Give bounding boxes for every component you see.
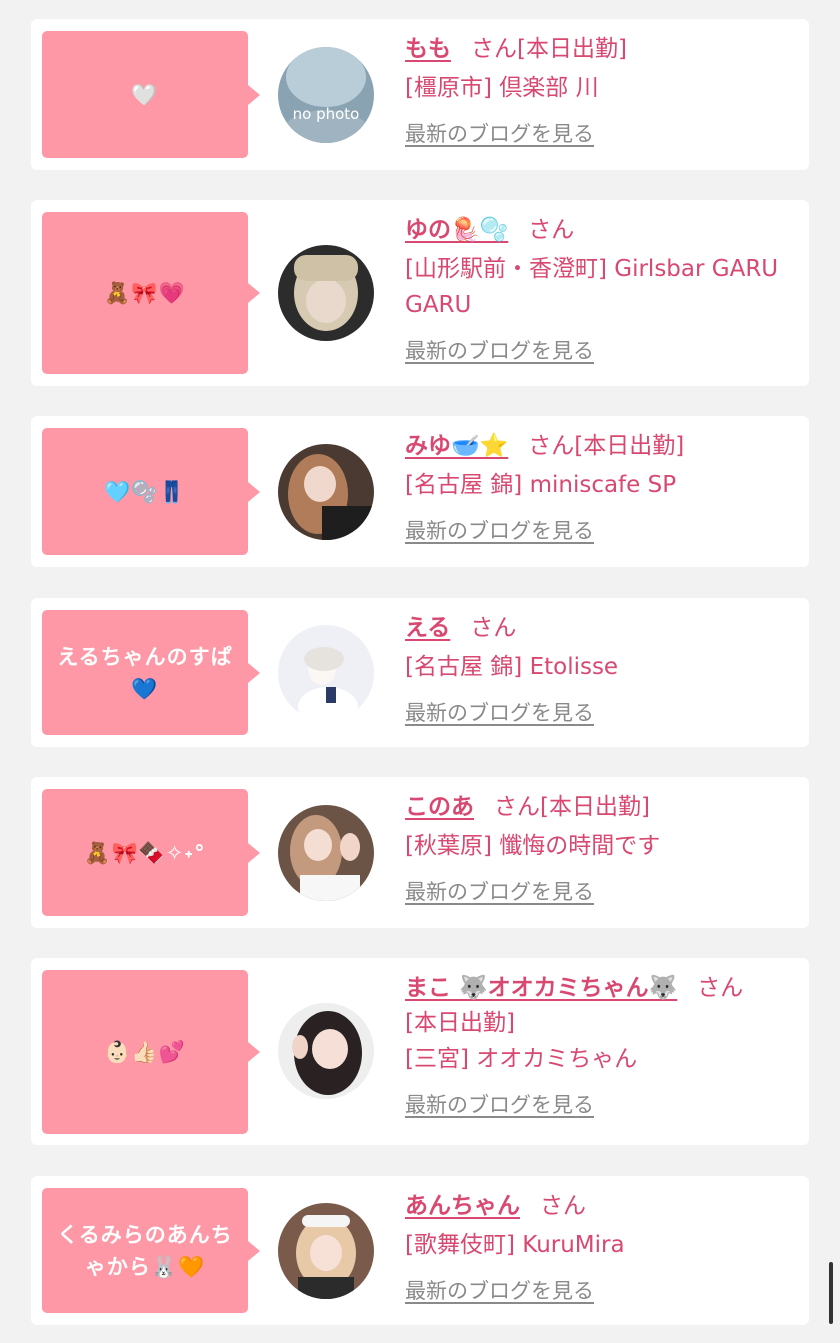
honorific: さん xyxy=(494,794,540,820)
scrollbar[interactable] xyxy=(829,1262,833,1324)
avatar[interactable] xyxy=(278,625,374,721)
message-bubble: えるちゃんのすぱ💙 xyxy=(42,610,260,735)
honorific: さん xyxy=(528,433,575,459)
honorific: さん xyxy=(540,1193,586,1219)
venue: [歌舞伎町] KuruMira xyxy=(405,1232,625,1258)
attendance-status: [本日出勤] xyxy=(405,1010,515,1036)
message-text: くるみらのあんちゃから🐰🧡 xyxy=(57,1222,233,1279)
cast-name-link[interactable]: まこ 🐺オオカミちゃん🐺 xyxy=(405,975,677,1001)
avatar[interactable]: no photo xyxy=(278,47,374,143)
honorific: さん xyxy=(471,36,517,62)
cast-card: 🤍 no photo もも さん[本日出勤] [橿原市] 倶楽部 川 最新のブログ… xyxy=(31,19,809,170)
cast-name-link[interactable]: このあ xyxy=(405,794,474,820)
message-bubble: 🤍 xyxy=(42,31,260,158)
message-bubble: 🧸🎀🍫✧˖° xyxy=(42,789,260,916)
avatar[interactable] xyxy=(278,444,374,540)
honorific: さん xyxy=(470,615,517,641)
avatar[interactable] xyxy=(278,805,374,901)
cast-name-link[interactable]: える xyxy=(405,615,450,641)
message-text: えるちゃんのすぱ💙 xyxy=(57,644,233,701)
message-text: 🧸🎀💗 xyxy=(104,281,186,305)
avatar-photo xyxy=(278,1003,374,1099)
attendance-status: [本日出勤] xyxy=(540,794,650,820)
no-photo-label: no photo xyxy=(293,105,360,123)
message-bubble: くるみらのあんちゃから🐰🧡 xyxy=(42,1188,260,1313)
message-bubble: 🩵🫧👖 xyxy=(42,428,260,555)
message-text: 🤍 xyxy=(131,82,159,107)
latest-blog-link[interactable]: 最新のブログを見る xyxy=(405,876,594,906)
latest-blog-link[interactable]: 最新のブログを見る xyxy=(405,118,594,148)
message-text: 🧸🎀🍫✧˖° xyxy=(84,840,206,865)
cast-card: 🧸🎀💗 ゆの🪼🫧 さん [山形駅前・香澄町] Girlsbar GARU GARU… xyxy=(31,200,809,386)
latest-blog-link[interactable]: 最新のブログを見る xyxy=(405,515,594,545)
cast-card: えるちゃんのすぱ💙 える さん [名古屋 錦] Etolisse 最新のブログを見… xyxy=(31,598,809,747)
cast-card: 👶🏻👍🏻💕 まこ 🐺オオカミちゃん🐺 さん [本日出勤] [三宮] オオカミちゃん… xyxy=(31,958,809,1145)
avatar[interactable] xyxy=(278,1003,374,1099)
avatar-photo xyxy=(278,245,374,341)
attendance-status: [本日出勤] xyxy=(574,433,685,459)
cast-name-link[interactable]: みゆ🥣⭐ xyxy=(405,433,508,459)
message-text: 🩵🫧👖 xyxy=(104,479,186,504)
venue: [橿原市] 倶楽部 川 xyxy=(405,75,599,101)
venue: [三宮] オオカミちゃん xyxy=(405,1046,638,1072)
message-bubble: 🧸🎀💗 xyxy=(42,212,260,374)
cast-name-link[interactable]: あんちゃん xyxy=(405,1193,520,1219)
avatar[interactable] xyxy=(278,1203,374,1299)
honorific: さん xyxy=(697,975,744,1001)
avatar-photo xyxy=(278,1203,374,1299)
cast-name-link[interactable]: もも xyxy=(405,36,451,62)
venue: [名古屋 錦] Etolisse xyxy=(405,654,619,680)
cast-name-link[interactable]: ゆの🪼🫧 xyxy=(405,217,508,243)
venue: [秋葉原] 懺悔の時間です xyxy=(405,833,661,859)
latest-blog-link[interactable]: 最新のブログを見る xyxy=(405,1089,594,1119)
latest-blog-link[interactable]: 最新のブログを見る xyxy=(405,335,594,365)
message-text: 👶🏻👍🏻💕 xyxy=(104,1040,186,1064)
avatar-photo xyxy=(278,805,374,901)
avatar-photo xyxy=(278,444,374,540)
venue: [名古屋 錦] miniscafe SP xyxy=(405,472,677,498)
message-bubble: 👶🏻👍🏻💕 xyxy=(42,970,260,1134)
venue: [山形駅前・香澄町] Girlsbar GARU GARU xyxy=(405,256,779,318)
latest-blog-link[interactable]: 最新のブログを見る xyxy=(405,697,594,727)
honorific: さん xyxy=(528,217,575,243)
latest-blog-link[interactable]: 最新のブログを見る xyxy=(405,1275,594,1305)
avatar-photo xyxy=(278,625,374,721)
no-photo-image: no photo xyxy=(278,47,374,143)
cast-card: 🧸🎀🍫✧˖° このあ さん[本日出勤] [秋葉原] 懺悔の時間です 最新のブログを… xyxy=(31,777,809,928)
cast-card: 🩵🫧👖 みゆ🥣⭐ さん[本日出勤] [名古屋 錦] miniscafe SP 最新… xyxy=(31,416,809,567)
avatar[interactable] xyxy=(278,245,374,341)
attendance-status: [本日出勤] xyxy=(517,36,627,62)
cast-card: くるみらのあんちゃから🐰🧡 あんちゃん さん [歌舞伎町] KuruMira 最新… xyxy=(31,1176,809,1325)
